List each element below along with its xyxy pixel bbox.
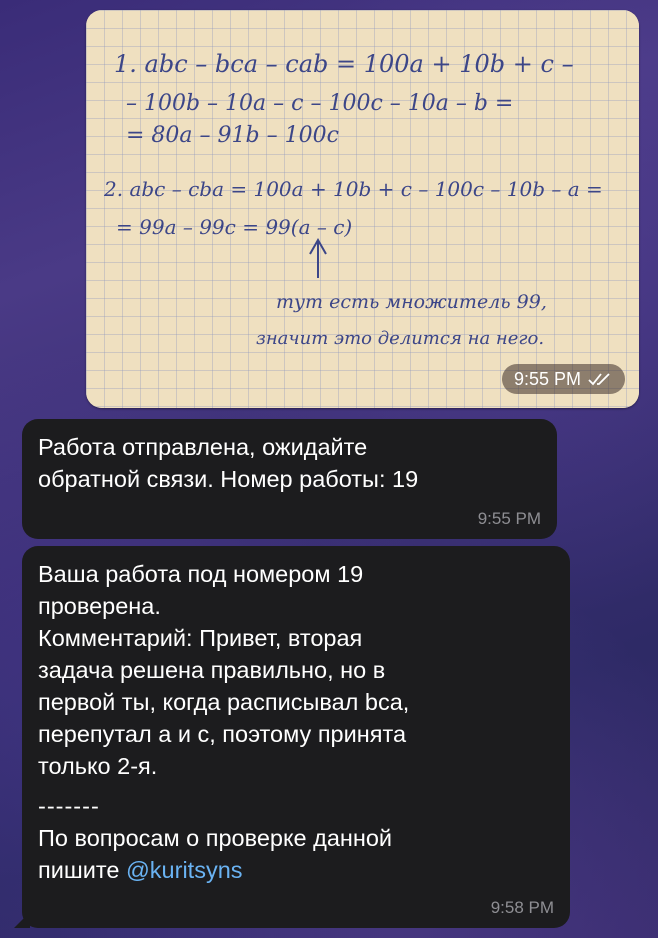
- double-check-icon: [587, 371, 613, 387]
- handwriting-line-1: 1. abc – bca – cab = 100a + 10b + c –: [114, 50, 574, 78]
- message-text-line: только 2-я.: [38, 753, 158, 779]
- message-text-line: Ваша работа под номером 19: [38, 561, 364, 587]
- message-text-line: задача решена правильно, но в: [38, 657, 386, 683]
- message-bubble[interactable]: Работа отправлена, ожидайте обратной свя…: [22, 419, 557, 539]
- user-mention-link[interactable]: @kuritsyns: [126, 857, 243, 883]
- message-text-line: проверена.: [38, 593, 161, 619]
- photo-message[interactable]: 1. abc – bca – cab = 100a + 10b + c – – …: [86, 10, 639, 408]
- message-text-line: обратной связи. Номер работы: 19: [38, 466, 419, 492]
- message-separator: -------: [38, 793, 100, 819]
- message-text-line: перепутал а и с, поэтому принята: [38, 721, 407, 747]
- message-timestamp: 9:55 PM: [477, 509, 541, 528]
- message-text-line: Комментарий: Привет, вторая: [38, 625, 363, 651]
- handwriting-note-1: тут есть множитель 99,: [276, 291, 547, 313]
- footer-prefix: пишите: [38, 857, 126, 883]
- message-timestamp: 9:58 PM: [490, 898, 554, 917]
- message-footer-contact: пишите @kuritsyns: [38, 854, 554, 886]
- handwriting-line-4: 2. abc – cba = 100a + 10b + c – 100c – 1…: [103, 177, 603, 201]
- message-text-line: Работа отправлена, ожидайте: [38, 434, 368, 460]
- message-text-line: первой ты, когда расписывал bca,: [38, 689, 410, 715]
- message-bubble[interactable]: Ваша работа под номером 19 проверена. Ко…: [14, 546, 570, 928]
- photo-time-text: 9:55 PM: [513, 368, 581, 389]
- handwriting-line-5: = 99a – 99c = 99(a – c): [116, 215, 352, 239]
- message-footer-line: По вопросам о проверке данной: [38, 825, 393, 851]
- handwritten-notes-image: 1. abc – bca – cab = 100a + 10b + c – – …: [86, 10, 639, 408]
- handwriting-line-2: – 100b – 10a – c – 100c – 10a – b =: [126, 91, 513, 116]
- handwriting-line-3: = 80a – 91b – 100c: [126, 123, 339, 148]
- handwriting-note-2: значит это делится на него.: [256, 328, 544, 349]
- photo-timestamp: 9:55 PM: [501, 364, 625, 394]
